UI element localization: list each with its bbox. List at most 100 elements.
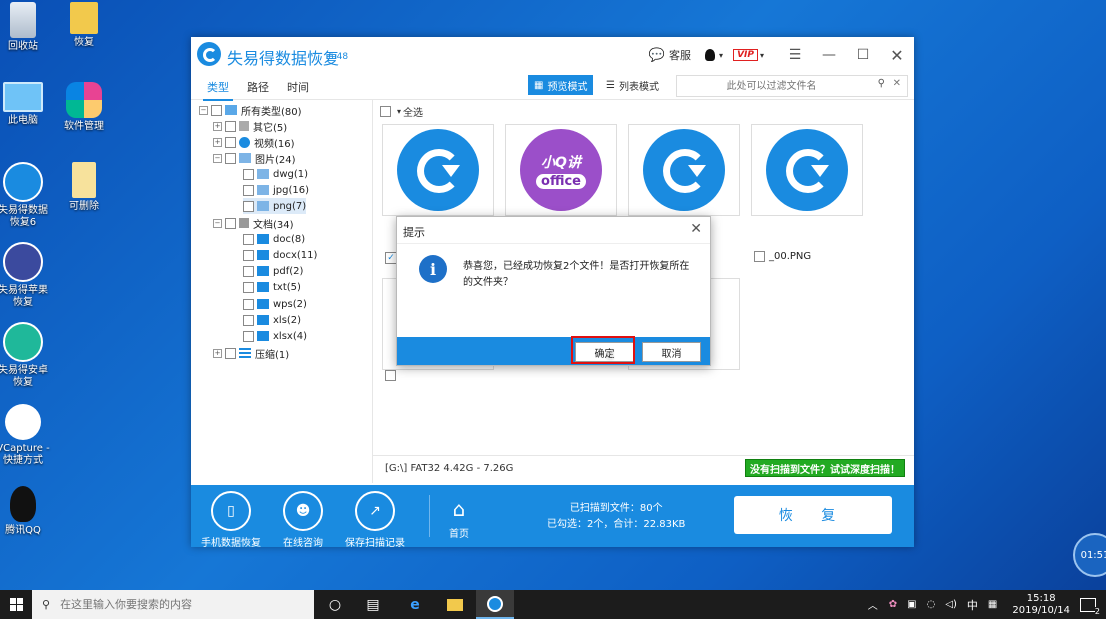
filename-filter-input[interactable] (677, 76, 866, 96)
desktop-icon-software-manager[interactable]: 软件管理 (54, 82, 114, 133)
phone-recovery-button[interactable]: ▯ 手机数据恢复 (195, 491, 267, 549)
tree-row-xls[interactable]: xls(2) (243, 312, 301, 328)
preview-mode-button[interactable]: ▦ 预览模式 (528, 75, 594, 95)
tree-checkbox[interactable] (243, 168, 254, 180)
cancel-button[interactable]: 取消 (642, 342, 701, 362)
expand-icon[interactable]: + (213, 121, 222, 131)
desktop-icon-restore-folder[interactable]: 恢复 (54, 2, 114, 49)
desktop-icon-removable[interactable]: 可删除 (54, 162, 114, 213)
edge-browser-button[interactable]: e (396, 590, 434, 619)
select-all[interactable]: ▾ 全选 (380, 104, 423, 119)
tree-checkbox[interactable] (225, 152, 236, 164)
tree-row-png[interactable]: png(7) (243, 198, 307, 214)
tree-row-doc[interactable]: doc(8) (243, 231, 305, 247)
desktop-icon-shiyide-recovery[interactable]: 失易得数据 恢复6 (0, 162, 53, 229)
file-checkbox-4[interactable] (754, 251, 765, 262)
customer-service-button[interactable]: 💬 客服 (649, 47, 691, 63)
collapse-icon[interactable]: − (199, 105, 208, 115)
tab-type[interactable]: 类型 (203, 79, 233, 101)
close-button[interactable]: ✕ (880, 37, 914, 73)
file-thumbnail-2[interactable]: 小Q讲 office (505, 124, 617, 216)
tree-checkbox[interactable] (243, 330, 254, 342)
ime-indicator[interactable]: 中 (967, 597, 978, 613)
tree-checkbox[interactable] (211, 104, 222, 116)
desktop-icon-android-recovery[interactable]: 失易得安卓 恢复 (0, 322, 53, 389)
expand-icon[interactable]: + (213, 348, 222, 358)
tree-checkbox[interactable] (225, 217, 236, 229)
expand-icon[interactable]: + (213, 137, 222, 147)
tree-row-root[interactable]: − 所有类型(80) (199, 102, 302, 118)
tree-checkbox[interactable] (225, 136, 236, 148)
tree-row-archives[interactable]: + 压缩(1) (213, 345, 289, 361)
tree-row-other[interactable]: + 其它(5) (213, 118, 287, 134)
file-thumbnail-4[interactable] (751, 124, 863, 216)
tree-checkbox[interactable] (243, 184, 254, 196)
maximize-icon: ☐ (856, 47, 870, 63)
clear-icon[interactable]: ✕ (893, 78, 901, 89)
security-icon[interactable]: ▣ (907, 599, 916, 610)
task-view-button[interactable]: ○ (316, 590, 354, 619)
tree-row-video[interactable]: + 视频(16) (213, 134, 295, 150)
tree-checkbox[interactable] (243, 281, 254, 293)
deep-scan-button[interactable]: 没有扫描到文件？试试深度扫描！ (745, 459, 905, 477)
ime-mode-icon[interactable]: ▦ (988, 599, 997, 610)
tree-checkbox[interactable] (243, 233, 254, 245)
dialog-close-icon[interactable]: ✕ (690, 221, 702, 237)
tray-chevron-icon[interactable]: ︿ (868, 597, 878, 612)
tree-checkbox[interactable] (243, 298, 254, 310)
task-switcher-button[interactable]: ▤ (354, 590, 392, 619)
file-checkbox-5[interactable] (385, 370, 396, 381)
desktop-icon-vcapture[interactable]: VCapture - 快捷方式 (0, 404, 53, 467)
tab-path[interactable]: 路径 (247, 79, 269, 95)
volume-icon[interactable]: ◁) (945, 599, 957, 610)
tray-app-icon[interactable]: ✿ (889, 599, 897, 610)
folder-icon (257, 315, 269, 325)
start-button[interactable] (0, 590, 32, 619)
tree-row-xlsx[interactable]: xlsx(4) (243, 328, 307, 344)
tree-checkbox[interactable] (243, 200, 254, 212)
tree-row-txt[interactable]: txt(5) (243, 279, 301, 295)
file-label-4[interactable]: _00.PNG (754, 251, 811, 262)
restore-button[interactable]: 恢 复 (734, 496, 892, 534)
account-menu[interactable]: ▾ VIP ▾ (705, 49, 764, 61)
save-scan-record-button[interactable]: ↗ 保存扫描记录 (339, 491, 411, 549)
collapse-icon[interactable]: − (213, 153, 222, 163)
file-thumbnail-3[interactable] (628, 124, 740, 216)
clock[interactable]: 15:18 2019/10/14 (1012, 593, 1070, 617)
tree-row-docx[interactable]: docx(11) (243, 247, 317, 263)
desktop-icon-apple-recovery[interactable]: 失易得苹果 恢复 (0, 242, 53, 309)
shiyide-taskbar-button[interactable] (476, 590, 514, 619)
tree-row-pdf[interactable]: pdf(2) (243, 263, 303, 279)
phone-icon: ▯ (211, 491, 251, 531)
tree-row-documents[interactable]: − 文档(34) (213, 215, 294, 231)
list-mode-button[interactable]: ☰ 列表模式 (600, 75, 665, 95)
tree-checkbox[interactable] (225, 120, 236, 132)
file-explorer-button[interactable] (436, 590, 474, 619)
search-icon[interactable]: ⚲ (878, 78, 885, 89)
notification-center-icon[interactable]: 2 (1080, 597, 1100, 616)
tree-checkbox[interactable] (243, 314, 254, 326)
desktop-icon-recycle-bin[interactable]: 回收站 (0, 2, 53, 53)
tab-time[interactable]: 时间 (287, 79, 309, 95)
online-consult-button[interactable]: ☻ 在线咨询 (267, 491, 339, 549)
other-files-icon (239, 121, 249, 131)
menu-button[interactable]: ☰ (778, 37, 812, 73)
minimize-button[interactable]: — (812, 37, 846, 73)
desktop-icon-this-pc[interactable]: 此电脑 (0, 82, 53, 127)
desktop-icon-qq[interactable]: 腾讯QQ (0, 486, 53, 537)
tree-row-jpg[interactable]: jpg(16) (243, 182, 309, 198)
tree-checkbox[interactable] (243, 249, 254, 261)
maximize-button[interactable]: ☐ (846, 37, 880, 73)
tree-checkbox[interactable] (243, 265, 254, 277)
tree-row-images[interactable]: − 图片(24) (213, 150, 296, 166)
file-thumbnail-1[interactable] (382, 124, 494, 216)
tree-checkbox[interactable] (225, 347, 236, 359)
network-icon[interactable]: ◌ (927, 599, 936, 610)
tree-row-dwg[interactable]: dwg(1) (243, 166, 308, 182)
tree-row-wps[interactable]: wps(2) (243, 296, 307, 312)
home-button[interactable]: ⌂ 首页 (423, 491, 495, 540)
select-all-checkbox[interactable] (380, 106, 391, 117)
taskbar-search-input[interactable] (58, 597, 303, 612)
collapse-icon[interactable]: − (213, 218, 222, 228)
vip-badge[interactable]: VIP (733, 49, 758, 61)
